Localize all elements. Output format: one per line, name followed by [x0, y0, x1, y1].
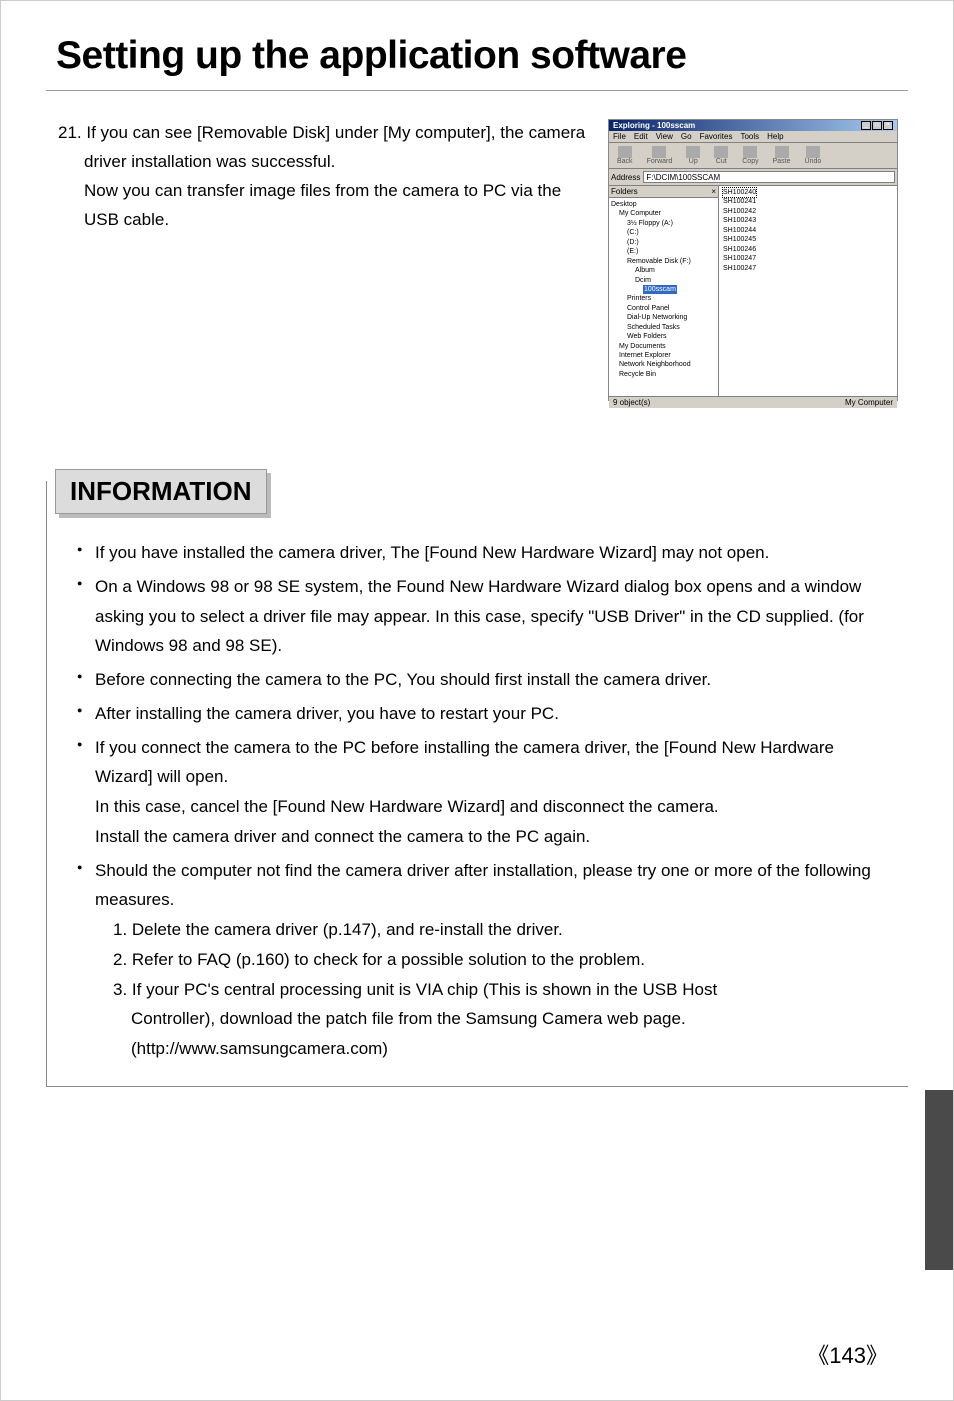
info-bullet: If you have installed the camera driver,… [77, 538, 888, 568]
tree-sscam-selected[interactable]: 100sscam [643, 285, 677, 294]
cut-button[interactable]: Cut [708, 145, 734, 166]
up-button[interactable]: Up [680, 145, 706, 166]
close-icon[interactable]: × [883, 121, 893, 130]
info-bullet: On a Windows 98 or 98 SE system, the Fou… [77, 572, 888, 661]
info-numbered-sub: (http://www.samsungcamera.com) [95, 1034, 888, 1064]
address-label: Address [611, 173, 640, 182]
copy-icon [743, 146, 757, 158]
window-title: Exploring - 100sscam [613, 121, 695, 130]
copy-button[interactable]: Copy [736, 145, 764, 166]
file-item[interactable]: SH100241 [723, 197, 893, 206]
tree-dialup[interactable]: Dial-Up Networking [611, 313, 716, 322]
folders-close-icon[interactable]: × [711, 187, 716, 196]
tree-floppy[interactable]: 3½ Floppy (A:) [611, 219, 716, 228]
page-number: 《143》 [807, 1338, 888, 1370]
info-subline: Install the camera driver and connect th… [95, 822, 888, 852]
window-titlebar: Exploring - 100sscam _ □ × [609, 120, 897, 131]
info-subline: In this case, cancel the [Found New Hard… [95, 792, 888, 822]
tree-ie[interactable]: Internet Explorer [611, 351, 716, 360]
instruction-step: 21. If you can see [Removable Disk] unde… [46, 119, 908, 401]
tree-d[interactable]: (D:) [611, 238, 716, 247]
tree-mydocs[interactable]: My Documents [611, 342, 716, 351]
menu-tools[interactable]: Tools [740, 132, 759, 141]
tree-dcim[interactable]: Dcim [611, 276, 716, 285]
information-header: INFORMATION [55, 469, 267, 514]
explorer-screenshot: Exploring - 100sscam _ □ × File Edit Vie… [608, 119, 898, 401]
info-bullet: Should the computer not find the camera … [77, 856, 888, 1064]
menu-view[interactable]: View [656, 132, 673, 141]
side-tab [925, 1090, 953, 1270]
back-button[interactable]: Back [611, 145, 639, 166]
status-right: My Computer [845, 398, 893, 407]
tree-webfolders[interactable]: Web Folders [611, 332, 716, 341]
menu-help[interactable]: Help [767, 132, 783, 141]
tree-control[interactable]: Control Panel [611, 304, 716, 313]
information-box: INFORMATION If you have installed the ca… [46, 481, 908, 1087]
paste-icon [775, 146, 789, 158]
tree-scheduled[interactable]: Scheduled Tasks [611, 323, 716, 332]
info-numbered-sub: Controller), download the patch file fro… [95, 1004, 888, 1034]
menu-file[interactable]: File [613, 132, 626, 141]
tree-desktop[interactable]: Desktop [611, 200, 716, 209]
file-item[interactable]: SH100247 [723, 264, 893, 273]
info-bullet: After installing the camera driver, you … [77, 699, 888, 729]
tree-network[interactable]: Network Neighborhood [611, 360, 716, 369]
folders-head-label: Folders [611, 187, 638, 196]
toolbar: Back Forward Up Cut Copy Paste Undo [609, 143, 897, 169]
page-title: Setting up the application software [46, 26, 908, 91]
step-number: 21. [58, 123, 82, 142]
menu-go[interactable]: Go [681, 132, 692, 141]
folder-tree[interactable]: Desktop My Computer 3½ Floppy (A:) (C:) … [609, 198, 718, 381]
info-numbered: 3. If your PC's central processing unit … [95, 975, 888, 1005]
info-bullet: Before connecting the camera to the PC, … [77, 665, 888, 695]
file-item[interactable]: SH100242 [723, 207, 893, 216]
window-buttons: _ □ × [861, 121, 893, 130]
step-text: 21. If you can see [Removable Disk] unde… [46, 119, 588, 401]
tree-album[interactable]: Album [611, 266, 716, 275]
address-input[interactable]: F:\DCIM\100SSCAM [643, 171, 895, 183]
cut-icon [714, 146, 728, 158]
menu-bar: File Edit View Go Favorites Tools Help [609, 131, 897, 143]
step-line1: If you can see [Removable Disk] under [M… [84, 123, 585, 171]
info-numbered: 2. Refer to FAQ (p.160) to check for a p… [95, 945, 888, 975]
info-bullet: If you connect the camera to the PC befo… [77, 733, 888, 852]
file-item[interactable]: SH100247 [723, 254, 893, 263]
minimize-icon[interactable]: _ [861, 121, 871, 130]
back-icon [618, 146, 632, 158]
file-item[interactable]: SH100240 [723, 188, 756, 197]
tree-printers[interactable]: Printers [611, 294, 716, 303]
tree-mycomputer[interactable]: My Computer [611, 209, 716, 218]
up-icon [686, 146, 700, 158]
address-bar: Address F:\DCIM\100SSCAM [609, 169, 897, 186]
status-bar: 9 object(s) My Computer [609, 396, 897, 408]
folders-pane: Folders × Desktop My Computer 3½ Floppy … [609, 186, 719, 396]
forward-icon [652, 146, 666, 158]
menu-favorites[interactable]: Favorites [700, 132, 733, 141]
paste-button[interactable]: Paste [767, 145, 797, 166]
file-item[interactable]: SH100246 [723, 245, 893, 254]
tree-e[interactable]: (E:) [611, 247, 716, 256]
tree-c[interactable]: (C:) [611, 228, 716, 237]
maximize-icon[interactable]: □ [872, 121, 882, 130]
tree-removable[interactable]: Removable Disk (F:) [611, 257, 716, 266]
status-left: 9 object(s) [613, 398, 650, 407]
file-item[interactable]: SH100244 [723, 226, 893, 235]
undo-button[interactable]: Undo [799, 145, 828, 166]
tree-recycle[interactable]: Recycle Bin [611, 370, 716, 379]
file-item[interactable]: SH100243 [723, 216, 893, 225]
file-item[interactable]: SH100245 [723, 235, 893, 244]
forward-button[interactable]: Forward [641, 145, 679, 166]
info-numbered: 1. Delete the camera driver (p.147), and… [95, 915, 888, 945]
menu-edit[interactable]: Edit [634, 132, 648, 141]
undo-icon [806, 146, 820, 158]
step-line2: Now you can transfer image files from th… [84, 177, 588, 235]
file-list[interactable]: SH100240 SH100241 SH100242 SH100243 SH10… [719, 186, 897, 396]
